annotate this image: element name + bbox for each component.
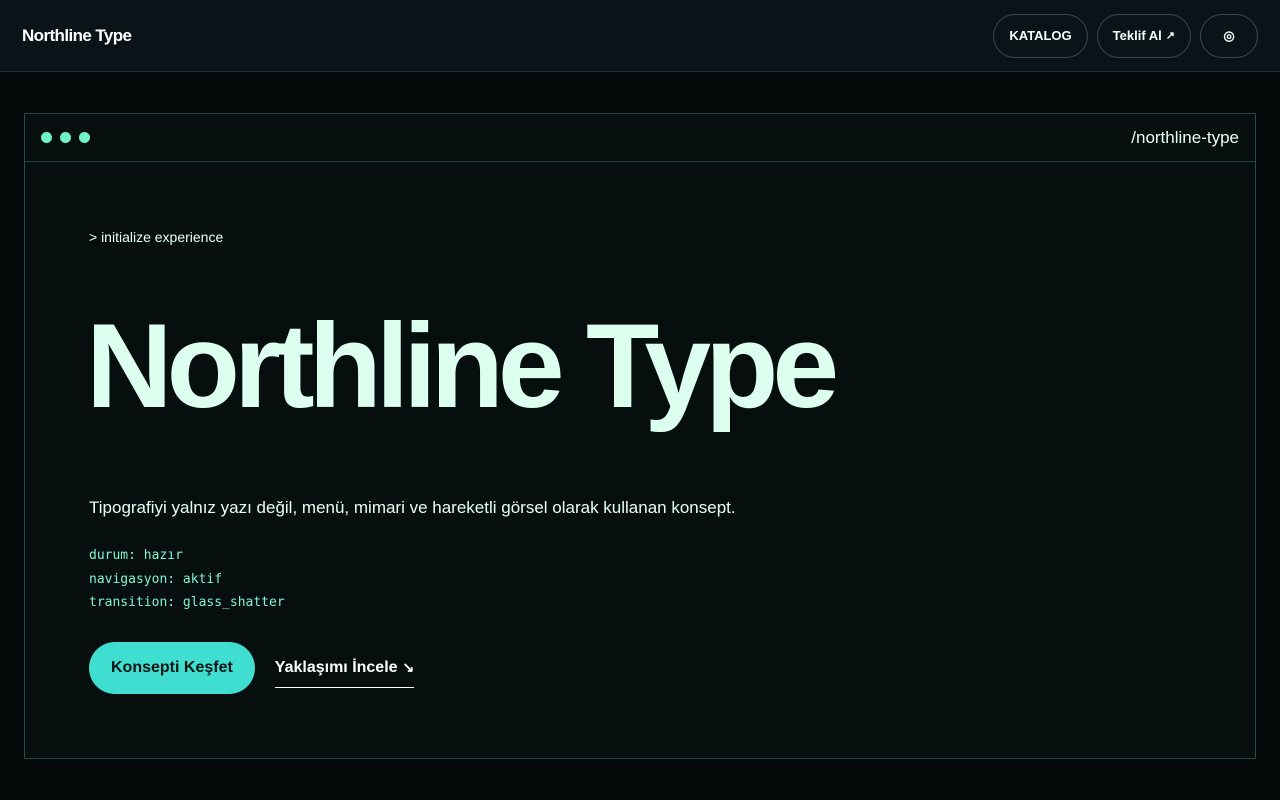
hero-content: > initialize experience Northline Type T…	[86, 114, 1191, 758]
theme-toggle-button[interactable]: ◎	[1200, 13, 1258, 58]
command-prompt: > initialize experience	[89, 229, 224, 245]
top-navigation-bar: Northline Type KATALOG Teklif Al ↗ ◎	[0, 0, 1280, 72]
status-line: transition: glass_shatter	[89, 595, 285, 610]
window-dot-icon	[60, 132, 71, 143]
window-dot-icon	[41, 132, 52, 143]
circle-dot-icon: ◎	[1223, 27, 1235, 43]
status-list: durum: hazır navigasyon: aktif transitio…	[89, 544, 285, 615]
examine-approach-label: Yaklaşımı İncele	[274, 658, 398, 676]
top-nav: KATALOG Teklif Al ↗ ◎	[993, 13, 1258, 58]
arrow-up-right-icon: ↗	[1165, 30, 1175, 42]
hero-title: Northline Type	[86, 299, 839, 433]
status-line: durum: hazır	[89, 548, 183, 563]
explore-concept-button[interactable]: Konsepti Keşfet	[89, 642, 255, 694]
examine-approach-link[interactable]: Yaklaşımı İncele ↘	[274, 658, 415, 688]
get-quote-button-label: Teklif Al	[1112, 28, 1162, 43]
status-line: navigasyon: aktif	[89, 571, 223, 587]
terminal-window: /northline-type > initialize experience …	[24, 113, 1256, 759]
arrow-down-right-icon: ↘	[402, 659, 415, 675]
window-controls	[41, 132, 90, 143]
brand-logo[interactable]: Northline Type	[22, 26, 132, 46]
hero-description: Tipografiyi yalnız yazı değil, menü, mim…	[89, 498, 736, 517]
catalog-button[interactable]: KATALOG	[993, 13, 1088, 58]
hero-actions: Konsepti Keşfet Yaklaşımı İncele ↘	[89, 642, 415, 694]
catalog-button-label: KATALOG	[1009, 28, 1072, 43]
get-quote-button[interactable]: Teklif Al ↗	[1096, 13, 1191, 58]
